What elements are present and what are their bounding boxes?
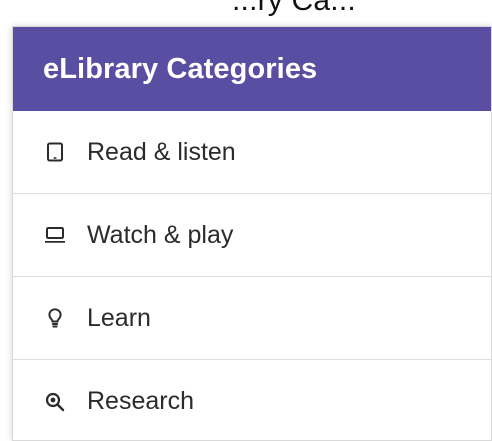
category-learn[interactable]: Learn — [13, 277, 491, 360]
category-label: Research — [87, 387, 194, 415]
elibrary-categories-panel: eLibrary Categories Read & listen Watch … — [12, 26, 492, 441]
category-label: Watch & play — [87, 220, 234, 249]
panel-title: eLibrary Categories — [43, 52, 318, 85]
laptop-icon — [43, 223, 67, 247]
lightbulb-icon — [43, 306, 67, 330]
tablet-icon — [43, 140, 67, 164]
category-watch-play[interactable]: Watch & play — [13, 194, 491, 277]
category-label: Learn — [87, 303, 151, 332]
panel-header: eLibrary Categories — [13, 27, 491, 111]
category-label: Read & listen — [87, 137, 236, 166]
category-read-listen[interactable]: Read & listen — [13, 111, 491, 194]
category-research[interactable]: Research — [13, 360, 491, 440]
cropped-top-text: ...ry Ca... — [0, 0, 492, 22]
search-magnifier-icon — [43, 390, 67, 414]
cropped-top-text-content: ...ry Ca... — [232, 0, 356, 17]
